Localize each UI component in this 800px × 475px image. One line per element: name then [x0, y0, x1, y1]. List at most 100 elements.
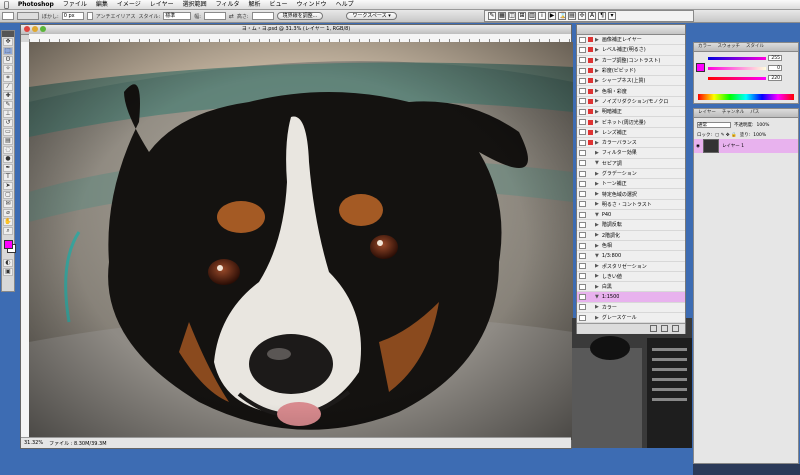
disclosure-triangle-icon[interactable]: ▶: [595, 222, 599, 228]
red-value[interactable]: 255: [768, 55, 782, 61]
history-row[interactable]: ▶ 色相: [577, 241, 685, 252]
history-row[interactable]: ▶ ビネット(周辺光量): [577, 117, 685, 128]
histogram-icon[interactable]: ▥: [528, 12, 536, 20]
eraser-tool-icon[interactable]: ▭: [3, 128, 13, 136]
tab-styles[interactable]: スタイル: [746, 43, 764, 51]
app-menu[interactable]: Photoshop: [18, 1, 54, 9]
toggle-checkbox-icon[interactable]: [579, 314, 586, 321]
disclosure-triangle-icon[interactable]: ▶: [595, 47, 599, 53]
history-row[interactable]: ▶ トーン補正: [577, 179, 685, 190]
toggle-checkbox-icon[interactable]: [579, 232, 586, 239]
history-row[interactable]: ▶ 画像補正レイヤー: [577, 35, 685, 46]
color-ramp[interactable]: [698, 94, 794, 100]
toggle-checkbox-icon[interactable]: [579, 108, 586, 115]
toggle-checkbox-icon[interactable]: [579, 36, 586, 43]
toggle-checkbox-icon[interactable]: [579, 180, 586, 187]
history-row[interactable]: ▶ レベル補正(明るさ): [577, 45, 685, 56]
toggle-checkbox-icon[interactable]: [579, 77, 586, 84]
navigator-icon[interactable]: ⊞: [518, 12, 526, 20]
notes-tool-icon[interactable]: ✉: [3, 200, 13, 208]
toggle-checkbox-icon[interactable]: [579, 98, 586, 105]
history-row[interactable]: ▶ ノイズリダクション/モノクロ: [577, 97, 685, 108]
tab-channels[interactable]: チャンネル: [722, 109, 744, 117]
swap-icon[interactable]: ⇄: [229, 13, 234, 20]
antialias-checkbox[interactable]: [86, 12, 93, 20]
history-row[interactable]: ▶ カーブ調整(コントラスト): [577, 56, 685, 66]
disclosure-triangle-icon[interactable]: ▶: [595, 171, 599, 177]
disclosure-triangle-icon[interactable]: ▼: [595, 253, 599, 259]
feather-input[interactable]: 0 px: [61, 12, 84, 20]
menu-filter[interactable]: フィルタ: [216, 1, 240, 9]
lock-icons[interactable]: ▢ ✎ ✥ 🔒: [715, 133, 737, 138]
disclosure-triangle-icon[interactable]: ▼: [595, 294, 599, 300]
tab-color[interactable]: カラー: [698, 43, 712, 51]
disclosure-triangle-icon[interactable]: ▶: [595, 140, 599, 146]
toggle-checkbox-icon[interactable]: [579, 252, 586, 259]
history-row[interactable]: ▶ 明るさ・コントラスト: [577, 200, 685, 211]
apple-menu-icon[interactable]: : [4, 0, 9, 9]
shape-tool-icon[interactable]: ▢: [3, 191, 13, 199]
disclosure-triangle-icon[interactable]: ▶: [595, 119, 599, 125]
hand-tool-icon[interactable]: ✋: [3, 218, 13, 226]
healing-brush-icon[interactable]: ✚: [3, 92, 13, 100]
blue-slider[interactable]: [708, 77, 766, 80]
disclosure-triangle-icon[interactable]: ▶: [595, 88, 599, 94]
toggle-checkbox-icon[interactable]: [579, 263, 586, 270]
workspace-button[interactable]: ワークスペース ▾: [346, 12, 397, 20]
red-slider[interactable]: [708, 57, 766, 60]
toggle-checkbox-icon[interactable]: [579, 67, 586, 74]
zoom-tool-icon[interactable]: ⌕: [3, 227, 13, 235]
menu-file[interactable]: ファイル: [63, 1, 87, 9]
dog-photo-canvas[interactable]: [29, 42, 573, 440]
menu-help[interactable]: ヘルプ: [336, 1, 354, 9]
toggle-checkbox-icon[interactable]: [579, 160, 586, 167]
blue-value[interactable]: 220: [768, 75, 782, 81]
crop-tool-icon[interactable]: ⌗: [3, 74, 13, 82]
toggle-checkbox-icon[interactable]: [579, 273, 586, 280]
toggle-checkbox-icon[interactable]: [579, 88, 586, 95]
toggle-checkbox-icon[interactable]: [579, 191, 586, 198]
toolbox-header[interactable]: [2, 31, 14, 37]
actions-icon[interactable]: ▶: [548, 12, 556, 20]
layer-row[interactable]: ◉ レイヤー 1: [694, 139, 798, 153]
history-row[interactable]: ▶ 明暗補正: [577, 107, 685, 118]
history-row[interactable]: ▼ P40: [577, 210, 685, 221]
foreground-color-swatch[interactable]: [4, 240, 13, 249]
trash-icon[interactable]: [672, 325, 679, 332]
tool-preset-picker[interactable]: [2, 12, 14, 20]
fill-value[interactable]: 100%: [753, 133, 766, 138]
disclosure-triangle-icon[interactable]: ▼: [595, 160, 599, 166]
disclosure-triangle-icon[interactable]: ▶: [595, 263, 599, 269]
toggle-checkbox-icon[interactable]: [579, 46, 586, 53]
opacity-value[interactable]: 100%: [757, 123, 770, 128]
blur-tool-icon[interactable]: ◌: [3, 146, 13, 154]
history-row[interactable]: ▶ ポスタリゼーション: [577, 262, 685, 272]
new-document-icon[interactable]: [661, 325, 668, 332]
disclosure-triangle-icon[interactable]: ▶: [595, 201, 599, 207]
new-snapshot-icon[interactable]: [650, 325, 657, 332]
tab-swatches[interactable]: スウォッチ: [718, 43, 741, 51]
toggle-checkbox-icon[interactable]: [579, 119, 586, 126]
style-select[interactable]: 標準: [163, 12, 192, 20]
layer-name[interactable]: レイヤー 1: [722, 143, 744, 149]
disclosure-triangle-icon[interactable]: ▶: [595, 150, 599, 156]
disclosure-triangle-icon[interactable]: ▶: [595, 191, 599, 197]
selection-mode-buttons[interactable]: [17, 12, 39, 20]
green-value[interactable]: 0: [768, 65, 782, 71]
history-row[interactable]: ▼ 1:1500: [577, 292, 685, 303]
menu-edit[interactable]: 編集: [96, 1, 108, 9]
disclosure-triangle-icon[interactable]: ▶: [595, 304, 599, 310]
history-row[interactable]: ▶ しきい値: [577, 272, 685, 283]
background-document-window[interactable]: [572, 318, 692, 448]
brush-tool-icon[interactable]: ✎: [3, 101, 13, 109]
move-tool-icon[interactable]: ✥: [3, 38, 13, 46]
toggle-checkbox-icon[interactable]: [579, 201, 586, 208]
slice-tool-icon[interactable]: ⁄: [3, 83, 13, 91]
disclosure-triangle-icon[interactable]: ▶: [595, 232, 599, 238]
toggle-checkbox-icon[interactable]: [579, 283, 586, 290]
color-panel-fg-swatch[interactable]: [696, 63, 705, 72]
gradient-tool-icon[interactable]: ▤: [3, 137, 13, 145]
disclosure-triangle-icon[interactable]: ▶: [595, 284, 599, 290]
history-row[interactable]: ▶ 白黒: [577, 282, 685, 293]
toggle-checkbox-icon[interactable]: [579, 294, 586, 301]
